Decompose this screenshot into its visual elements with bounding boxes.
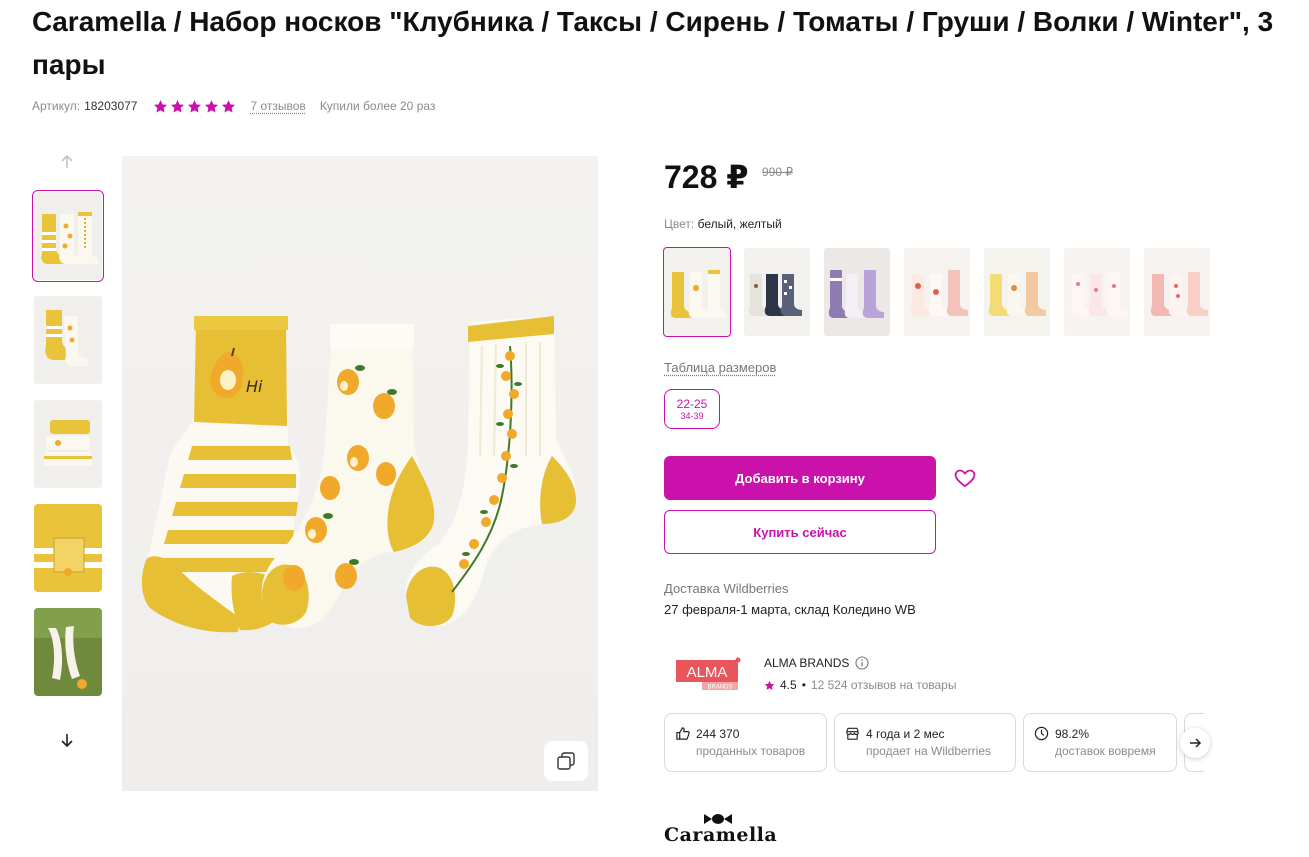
star-icon [188, 99, 202, 112]
article-label: Артикул: [32, 99, 81, 113]
color-label-title: Цвет: [664, 217, 695, 231]
arrow-right-icon [1190, 738, 1202, 748]
seller-reviews: 12 524 отзывов на товары [810, 678, 957, 692]
dot-separator: • [801, 678, 806, 692]
seller-logo-sub: BRANDS [707, 685, 732, 691]
seller-name[interactable]: ALMA BRANDS [764, 656, 849, 670]
reviews-link[interactable]: 7 отзывов [250, 99, 305, 113]
color-swatch[interactable] [1144, 248, 1210, 336]
article-value[interactable]: 18203077 [84, 99, 137, 113]
color-swatch[interactable] [1064, 248, 1130, 336]
thumbs-up-arrow-icon[interactable] [55, 150, 79, 174]
product-meta: Артикул: 18203077 7 отзывов Купили более… [32, 97, 435, 115]
color-swatch[interactable] [824, 248, 890, 336]
gallery-thumbnail[interactable] [32, 190, 104, 282]
color-swatch[interactable] [744, 248, 810, 336]
rating-stars [153, 99, 238, 114]
gallery-thumbnail[interactable] [34, 608, 102, 696]
stat-caption: доставок вовремя [1055, 744, 1156, 758]
stat-card-tenure: 4 года и 2 мес продает на Wildberries [834, 713, 1016, 772]
seller-logo-text: ALMA [687, 664, 728, 681]
stat-value: 98.2% [1055, 726, 1090, 741]
gallery-thumbnail[interactable] [34, 504, 102, 592]
size-ru-value: 34-39 [680, 410, 704, 421]
main-product-image[interactable]: Hi [122, 156, 598, 791]
stat-value: 244 370 [696, 726, 740, 741]
seller-rating: 4.5 • 12 524 отзывов на товары [764, 678, 956, 692]
gallery-thumbnail[interactable] [34, 296, 102, 384]
stat-caption: проданных товаров [696, 744, 806, 758]
product-title: Caramella / Набор носков "Клубника / Так… [32, 6, 1274, 80]
gallery-thumbnail[interactable] [34, 400, 102, 488]
stat-card-sold: 244 370 проданных товаров [664, 713, 827, 772]
delivery-label: Доставка Wildberries [664, 581, 789, 596]
shop-icon [846, 727, 859, 740]
stats-next-button[interactable] [1180, 728, 1210, 758]
zoom-button[interactable] [544, 741, 588, 781]
star-icon [764, 680, 775, 690]
bought-count: Купили более 20 раз [319, 99, 436, 113]
copy-icon [557, 752, 575, 770]
old-price: 990 ₽ [762, 165, 793, 179]
thumbs-down-arrow-icon[interactable] [55, 728, 79, 752]
star-icon [222, 99, 236, 112]
stat-value: 4 года и 2 мес [866, 726, 945, 741]
color-swatch[interactable] [904, 248, 970, 336]
size-option[interactable]: 22-25 34-39 [664, 389, 720, 429]
color-label: Цвет: белый, желтый [664, 217, 782, 231]
seller-rating-value: 4.5 [780, 678, 797, 692]
clock-icon [1034, 726, 1049, 741]
info-icon[interactable] [855, 656, 869, 670]
stat-card-ontime: 98.2% доставок вовремя [1023, 713, 1177, 772]
star-icon [154, 99, 168, 112]
size-value: 22-25 [676, 396, 708, 411]
stat-caption: продает на Wildberries [866, 744, 992, 758]
delivery-date: 27 февраля-1 марта, склад Коледино WB [664, 602, 916, 617]
color-swatch[interactable] [663, 247, 731, 337]
seller-logo[interactable]: ALMA BRANDS [672, 656, 744, 694]
star-icon [171, 99, 185, 112]
add-to-cart-button[interactable]: Добавить в корзину [664, 456, 936, 500]
buy-now-button[interactable]: Купить сейчас [664, 510, 936, 554]
brand-logo[interactable]: Caramella [664, 812, 777, 850]
svg-text:Hi: Hi [246, 377, 263, 396]
thumbs-up-icon [676, 727, 690, 740]
pear-socks-illustration: Hi [141, 316, 577, 633]
color-swatch[interactable] [984, 248, 1050, 336]
color-value: белый, желтый [697, 217, 782, 231]
heart-icon[interactable] [953, 466, 977, 490]
current-price: 728 ₽ [664, 159, 749, 195]
size-table-link[interactable]: Таблица размеров [664, 360, 776, 375]
color-swatches [663, 247, 1210, 337]
star-icon [205, 99, 219, 112]
seller-name-row: ALMA BRANDS [764, 656, 869, 670]
brand-name: Caramella [664, 824, 778, 846]
